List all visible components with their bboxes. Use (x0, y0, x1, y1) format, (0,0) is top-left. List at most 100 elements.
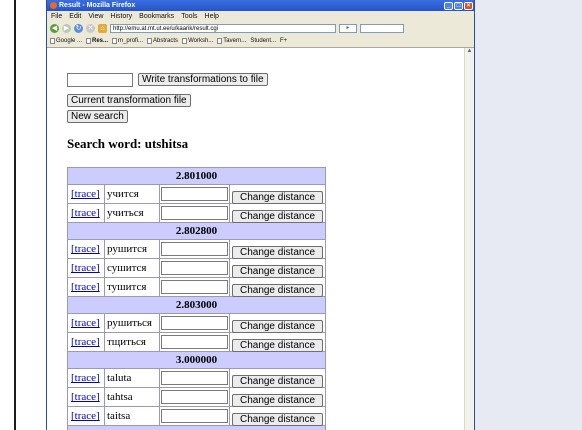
trace-link[interactable]: [trace] (68, 314, 105, 332)
title-bar: Result - Mozilla Firefox _ □ × (47, 0, 474, 11)
change-distance-cell: Change distance (230, 333, 325, 352)
distance-cell (160, 407, 230, 425)
scroll-up-icon[interactable]: ▲ (465, 48, 474, 54)
distance-group-header: 2.802800 (68, 223, 325, 239)
distance-cell (160, 240, 230, 258)
distance-input[interactable] (161, 390, 228, 404)
trace-link[interactable]: [trace] (68, 388, 105, 406)
menu-help[interactable]: Help (205, 13, 219, 20)
change-distance-button[interactable]: Change distance (232, 284, 323, 297)
distance-group-header: 2.803000 (68, 297, 325, 313)
distance-cell (160, 259, 230, 277)
result-word: рушиться (105, 314, 160, 332)
change-distance-cell: Change distance (230, 185, 325, 204)
menu-view[interactable]: View (88, 13, 103, 20)
distance-input[interactable] (161, 261, 228, 275)
search-input[interactable] (360, 24, 404, 33)
change-distance-cell: Change distance (230, 278, 325, 297)
trace-link[interactable]: [trace] (68, 185, 105, 203)
result-row: [trace] taluta Change distance (68, 369, 325, 388)
menu-edit[interactable]: Edit (69, 13, 81, 20)
home-icon[interactable]: ⌂ (98, 24, 107, 33)
distance-input[interactable] (161, 242, 228, 256)
minimize-button[interactable]: _ (444, 1, 453, 10)
navigation-toolbar: ◀ ▶ ↻ ✕ ⌂ http://emu.at.mt.ut.ee/u/kaari… (47, 22, 474, 35)
result-row: [trace] учится Change distance (68, 185, 325, 204)
menu-bar: File Edit View History Bookmarks Tools H… (47, 11, 474, 22)
result-word: tahtsa (105, 388, 160, 406)
bookmark-item[interactable]: Tavern... (217, 38, 246, 44)
result-word: учиться (105, 204, 160, 222)
distance-input[interactable] (161, 280, 228, 294)
bookmark-item[interactable]: Student... (250, 38, 276, 44)
result-word: taitsa (105, 407, 160, 425)
change-distance-button[interactable]: Change distance (232, 339, 323, 352)
bookmark-item[interactable]: Res... (86, 38, 108, 44)
distance-input[interactable] (161, 187, 228, 201)
change-distance-button[interactable]: Change distance (232, 413, 323, 426)
bookmark-item[interactable]: Worksh... (182, 38, 213, 44)
menu-bookmarks[interactable]: Bookmarks (139, 13, 174, 20)
trace-link[interactable]: [trace] (68, 240, 105, 258)
trace-link[interactable]: [trace] (68, 278, 105, 296)
distance-cell (160, 314, 230, 332)
distance-group-header: 2.801000 (68, 168, 325, 184)
reload-icon[interactable]: ↻ (74, 24, 83, 33)
change-distance-cell: Change distance (230, 240, 325, 259)
result-word: учится (105, 185, 160, 203)
result-row: [trace] рушится Change distance (68, 240, 325, 259)
page-content: Write transformations to file Current tr… (47, 48, 464, 430)
change-distance-cell: Change distance (230, 259, 325, 278)
change-distance-button[interactable]: Change distance (232, 246, 323, 259)
result-row: [trace] тушится Change distance (68, 278, 325, 297)
new-search-button[interactable]: New search (67, 110, 128, 123)
stop-icon[interactable]: ✕ (86, 24, 95, 33)
change-distance-button[interactable]: Change distance (232, 394, 323, 407)
vertical-scrollbar[interactable]: ▲ (464, 48, 474, 430)
change-distance-button[interactable]: Change distance (232, 375, 323, 388)
distance-cell (160, 185, 230, 203)
distance-input[interactable] (161, 371, 228, 385)
change-distance-button[interactable]: Change distance (232, 210, 323, 223)
change-distance-button[interactable]: Change distance (232, 320, 323, 333)
distance-input[interactable] (161, 316, 228, 330)
forward-icon[interactable]: ▶ (62, 24, 71, 33)
menu-tools[interactable]: Tools (181, 13, 197, 20)
write-transformations-button[interactable]: Write transformations to file (138, 73, 268, 86)
distance-input[interactable] (161, 409, 228, 423)
trace-link[interactable]: [trace] (68, 369, 105, 387)
results-table: 2.801000 [trace] учится Change distance [tra… (67, 167, 326, 430)
trace-link[interactable]: [trace] (68, 204, 105, 222)
result-word: сушится (105, 259, 160, 277)
close-button[interactable]: × (464, 1, 473, 10)
change-distance-button[interactable]: Change distance (232, 265, 323, 278)
maximize-button[interactable]: □ (454, 1, 463, 10)
firefox-icon (50, 2, 57, 9)
change-distance-cell: Change distance (230, 369, 325, 388)
trace-link[interactable]: [trace] (68, 407, 105, 425)
trace-link[interactable]: [trace] (68, 259, 105, 277)
bookmark-item[interactable]: F+ (280, 38, 287, 44)
bookmark-item[interactable]: Google ... (50, 38, 82, 44)
menu-history[interactable]: History (110, 13, 132, 20)
bookmark-item[interactable]: m_profi... (112, 38, 143, 44)
desktop-background (473, 0, 582, 430)
distance-cell (160, 204, 230, 222)
url-field[interactable]: http://emu.at.mt.ut.ee/u/kaarik/result.c… (110, 24, 336, 33)
back-icon[interactable]: ◀ (50, 24, 59, 33)
result-word: тушится (105, 278, 160, 296)
distance-input[interactable] (161, 335, 228, 349)
go-icon[interactable]: ▸ (339, 24, 357, 33)
bookmarks-toolbar: Google ... Res... m_profi... Abstracts W… (47, 35, 474, 48)
result-word: рушится (105, 240, 160, 258)
transformation-file-input[interactable] (67, 73, 133, 87)
distance-input[interactable] (161, 206, 228, 220)
result-row: [trace] рушиться Change distance (68, 314, 325, 333)
distance-cell (160, 369, 230, 387)
result-word: taluta (105, 369, 160, 387)
menu-file[interactable]: File (51, 13, 62, 20)
trace-link[interactable]: [trace] (68, 333, 105, 351)
window-title: Result - Mozilla Firefox (59, 2, 136, 9)
bookmark-item[interactable]: Abstracts (147, 38, 178, 44)
change-distance-button[interactable]: Change distance (232, 191, 323, 204)
